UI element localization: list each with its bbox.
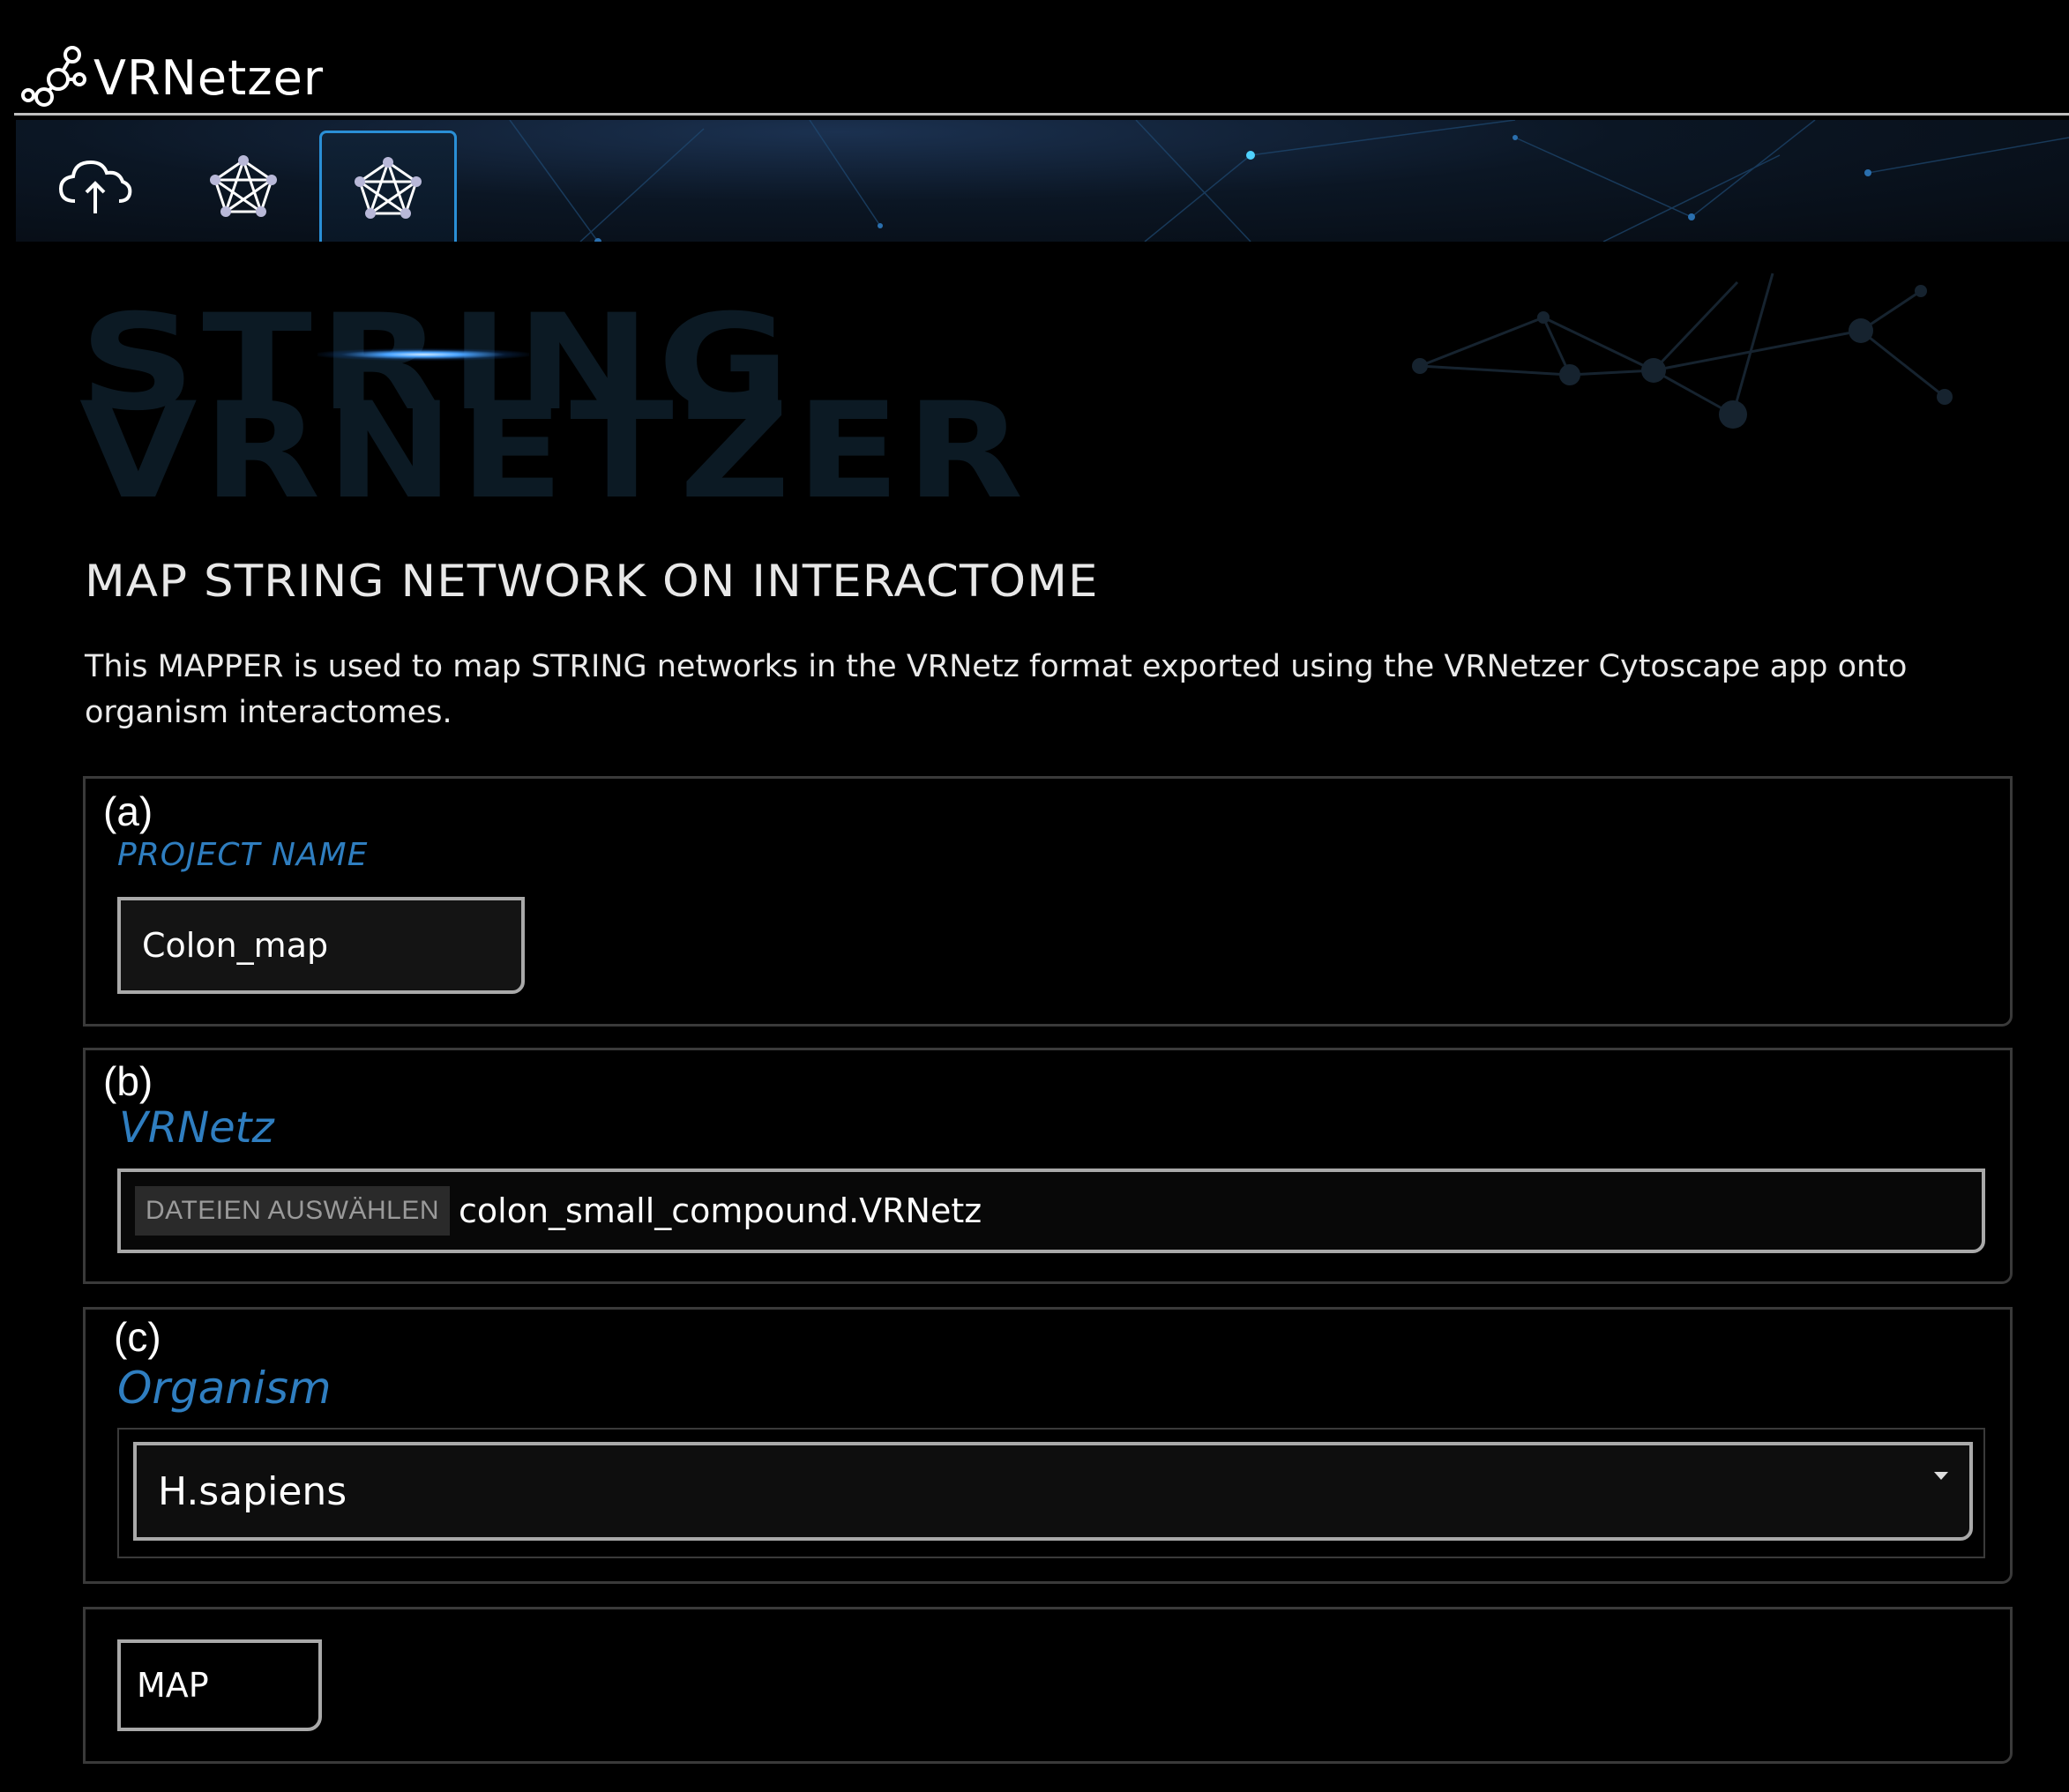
project-name-label: PROJECT NAME	[117, 837, 369, 873]
tab-upload[interactable]	[26, 131, 164, 242]
tab-string-mapper[interactable]	[319, 131, 457, 242]
network-icon	[210, 155, 277, 217]
cloud-upload-icon	[58, 160, 132, 213]
chevron-down-icon	[1934, 1472, 1948, 1480]
organism-select[interactable]: H.sapiens	[133, 1442, 1973, 1541]
molecule-logo-icon	[21, 46, 86, 107]
map-button[interactable]: MAP	[117, 1639, 322, 1731]
panel-letter-a: (a)	[103, 788, 153, 834]
header-divider	[14, 113, 2069, 116]
submit-panel: MAP	[83, 1607, 2013, 1764]
network-icon	[355, 156, 422, 219]
app-header: VRNetzer	[0, 0, 2069, 116]
project-name-panel: (a) PROJECT NAME	[83, 776, 2013, 1027]
choose-files-button[interactable]: DATEIEN AUSWÄHLEN	[135, 1186, 451, 1236]
selected-file-name: colon_small_compound.VRNetz	[459, 1191, 982, 1230]
vrnetz-file-panel: (b) VRNetz DATEIEN AUSWÄHLEN colon_small…	[83, 1048, 2013, 1284]
hero-network-graphic	[1412, 273, 1953, 429]
vrnetz-label: VRNetz	[119, 1103, 274, 1153]
organism-panel: (c) Organism H.sapiens	[83, 1307, 2013, 1584]
organism-label: Organism	[117, 1363, 332, 1414]
tab-network[interactable]	[175, 131, 312, 242]
page-description: This MAPPER is used to map STRING networ…	[85, 649, 1908, 730]
light-flare	[317, 348, 529, 361]
panel-letter-c: (c)	[114, 1314, 161, 1360]
vrnetz-file-input[interactable]: DATEIEN AUSWÄHLEN colon_small_compound.V…	[117, 1169, 1985, 1253]
tab-bar	[16, 120, 2069, 242]
hero-title-line2: VRNETZER	[79, 375, 1030, 528]
panel-letter-b: (b)	[103, 1058, 153, 1104]
organism-selected-value: H.sapiens	[158, 1468, 347, 1514]
project-name-input[interactable]	[117, 897, 525, 994]
app-title: VRNetzer	[93, 49, 325, 106]
app-logo[interactable]: VRNetzer	[18, 44, 324, 111]
page-title: MAP STRING NETWORK ON INTERACTOME	[85, 556, 1099, 607]
